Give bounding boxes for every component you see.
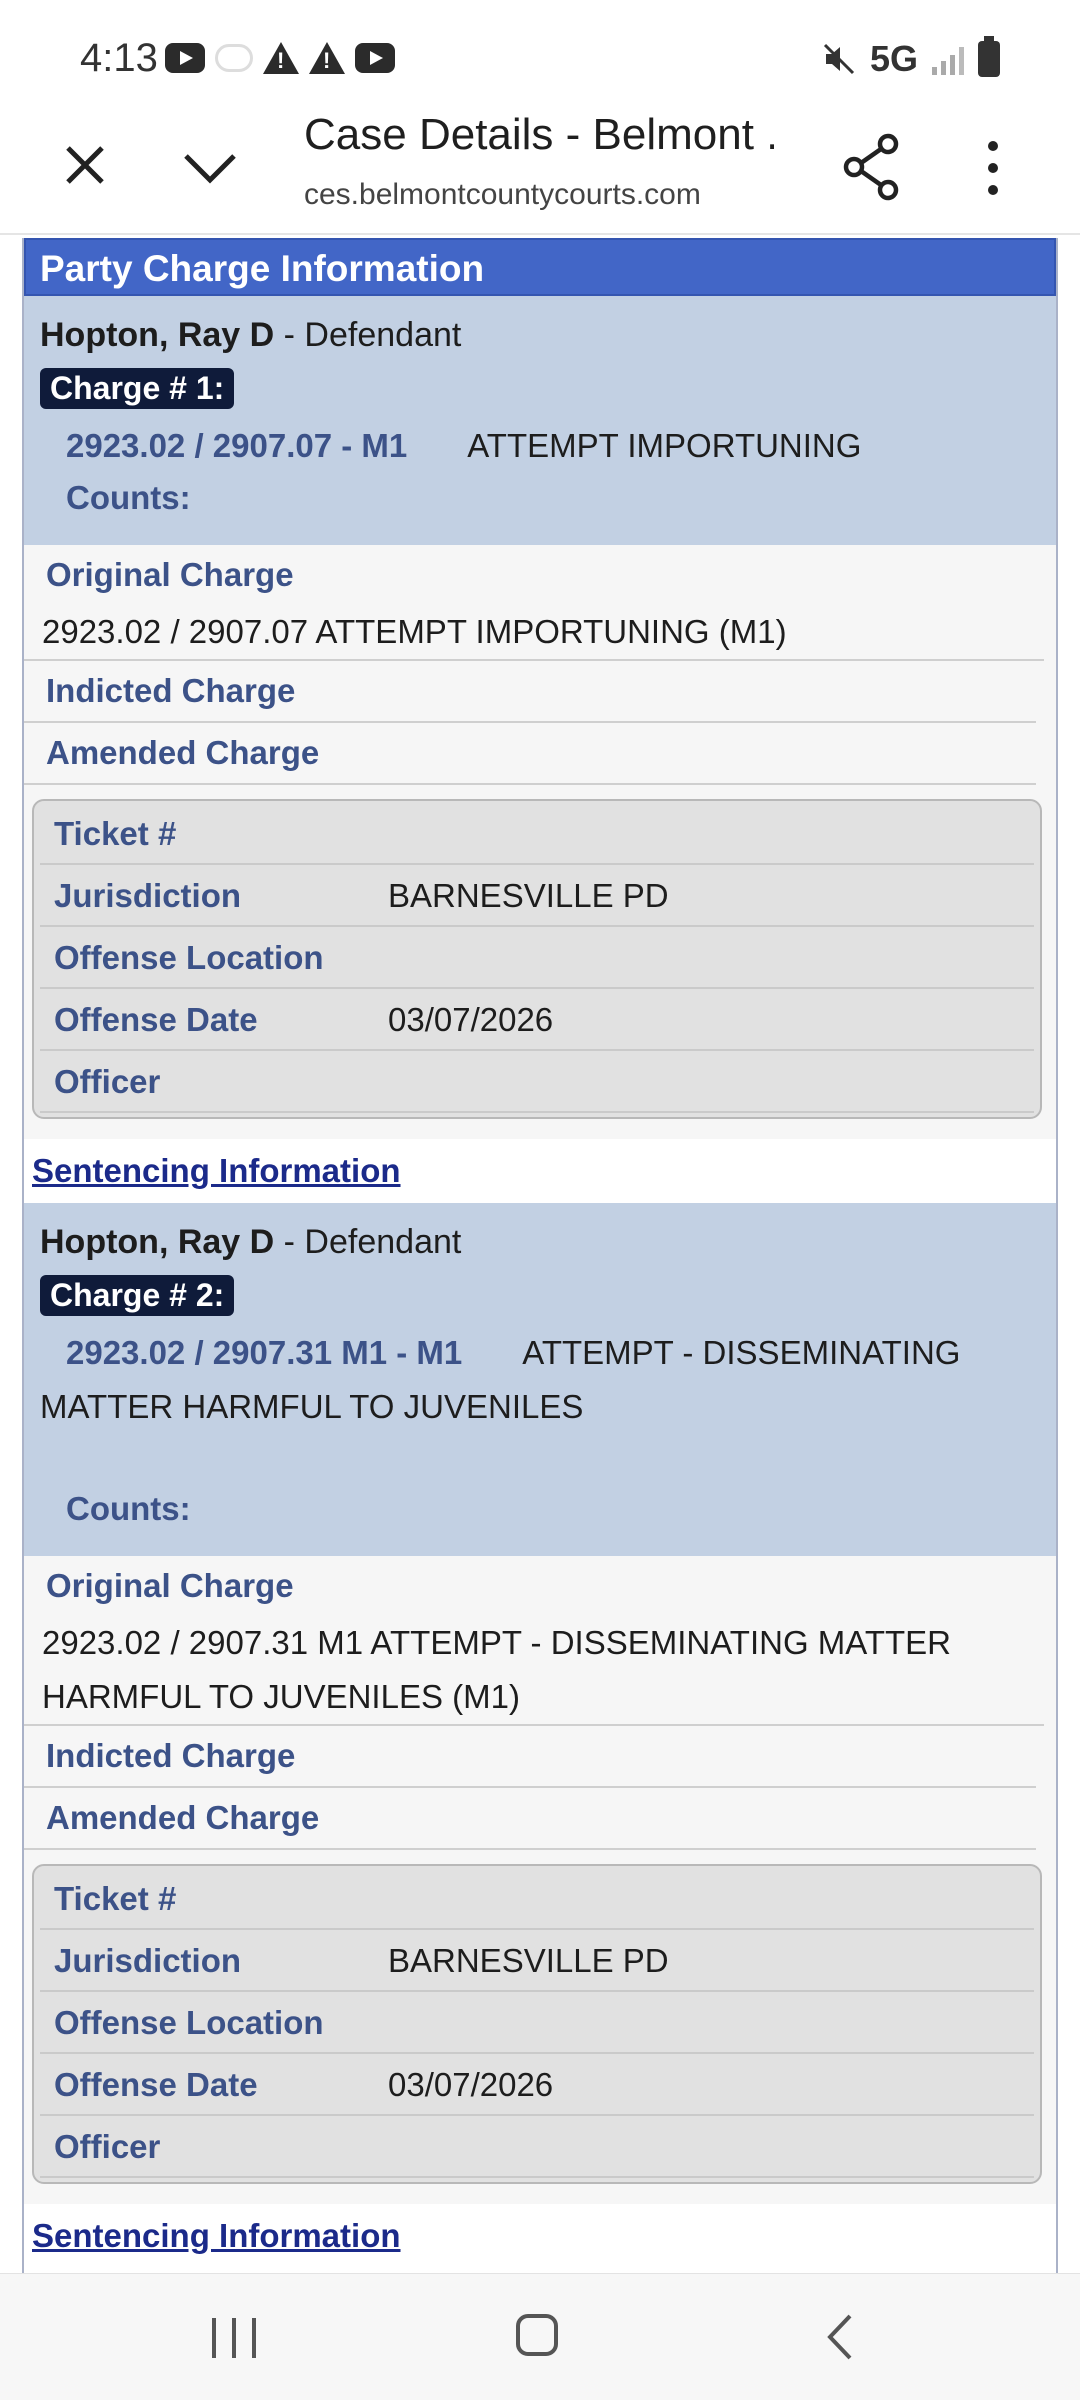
offense-location-label: Offense Location xyxy=(54,939,324,976)
offense-location-label: Offense Location xyxy=(54,2004,324,2041)
officer-row: Officer xyxy=(40,1051,1034,1113)
navigation-bar xyxy=(0,2273,1080,2400)
counts-label: Counts: xyxy=(66,479,191,516)
web-content: Party Charge Information Hopton, Ray D -… xyxy=(22,238,1058,2273)
youtube-icon xyxy=(355,43,395,73)
charge-line: 2923.02 / 2907.07 - M1 ATTEMPT IMPORTUNIN… xyxy=(40,419,1040,473)
party-role: - Defendant xyxy=(274,316,462,354)
original-charge-label: Original Charge xyxy=(46,556,294,593)
party-role: - Defendant xyxy=(274,1223,462,1261)
offense-date-label: Offense Date xyxy=(54,1001,258,1038)
officer-row: Officer xyxy=(40,2116,1034,2178)
jurisdiction-row: Jurisdiction BARNESVILLE PD xyxy=(40,865,1034,927)
charge-line: 2923.02 / 2907.31 M1 - M1 ATTEMPT - DISSE… xyxy=(40,1326,1040,1434)
signal-icon xyxy=(932,43,964,75)
browser-toolbar: Case Details - Belmont ... ces.belmontco… xyxy=(0,110,1080,235)
page-url[interactable]: ces.belmontcountycourts.com xyxy=(304,178,774,212)
ticket-label: Ticket # xyxy=(54,815,177,852)
charge-details: Original Charge 2923.02 / 2907.07 ATTEMP… xyxy=(24,545,1056,1139)
offense-location-row: Offense Location xyxy=(40,1992,1034,2054)
officer-label: Officer xyxy=(54,2128,161,2165)
charge-details: Original Charge 2923.02 / 2907.31 M1 ATT… xyxy=(24,1556,1056,2204)
amended-charge-label: Amended Charge xyxy=(46,734,320,771)
more-options-icon[interactable] xyxy=(978,138,1008,198)
jurisdiction-label: Jurisdiction xyxy=(54,877,242,914)
jurisdiction-label: Jurisdiction xyxy=(54,1942,242,1979)
youtube-icon xyxy=(165,43,205,73)
charge-description: ATTEMPT IMPORTUNING xyxy=(467,427,862,464)
page-title: Case Details - Belmont ... xyxy=(304,110,774,159)
ticket-row: Ticket # xyxy=(40,1868,1034,1930)
original-charge-value: 2923.02 / 2907.31 M1 ATTEMPT - DISSEMINA… xyxy=(24,1616,1044,1726)
status-bar: 4:13 5G xyxy=(0,0,1080,110)
close-icon[interactable] xyxy=(60,140,110,190)
mute-icon xyxy=(823,43,855,75)
chevron-down-icon[interactable] xyxy=(180,142,240,192)
home-icon[interactable] xyxy=(516,2314,558,2356)
back-icon[interactable] xyxy=(820,2312,860,2362)
battery-icon xyxy=(978,36,1000,77)
offense-date-value: 03/07/2026 xyxy=(388,1001,554,1038)
party-charge-block: Hopton, Ray D - Defendant Charge # 1: 29… xyxy=(24,296,1056,545)
offense-info-box: Ticket # Jurisdiction BARNESVILLE PD Offe… xyxy=(32,799,1042,1119)
section-header: Party Charge Information xyxy=(24,238,1056,296)
original-charge-label: Original Charge xyxy=(46,1567,294,1604)
network-label: 5G xyxy=(869,38,918,79)
charge-badge: Charge # 1: xyxy=(40,368,235,409)
warning-icon xyxy=(263,42,299,74)
notification-icons xyxy=(165,42,395,74)
offense-date-row: Offense Date 03/07/2026 xyxy=(40,989,1034,1051)
party-charge-block: Hopton, Ray D - Defendant Charge # 2: 29… xyxy=(24,1203,1056,1556)
offense-date-row: Offense Date 03/07/2026 xyxy=(40,2054,1034,2116)
ticket-row: Ticket # xyxy=(40,803,1034,865)
sentencing-info-link[interactable]: Sentencing Information xyxy=(24,2204,1056,2268)
charge-badge: Charge # 2: xyxy=(40,1275,235,1316)
offense-location-row: Offense Location xyxy=(40,927,1034,989)
officer-label: Officer xyxy=(54,1063,161,1100)
share-icon[interactable] xyxy=(842,132,902,202)
status-time: 4:13 xyxy=(80,36,158,80)
offense-date-value: 03/07/2026 xyxy=(388,2066,554,2103)
warning-icon xyxy=(309,42,345,74)
party-name: Hopton, Ray D xyxy=(40,316,275,354)
party-name-line: Hopton, Ray D - Defendant xyxy=(40,1217,1040,1267)
cloud-icon xyxy=(215,44,253,72)
indicted-charge-label: Indicted Charge xyxy=(46,672,296,709)
original-charge-value: 2923.02 / 2907.07 ATTEMPT IMPORTUNING (M… xyxy=(24,605,1044,661)
indicted-charge-label: Indicted Charge xyxy=(46,1737,296,1774)
party-name-line: Hopton, Ray D - Defendant xyxy=(40,310,1040,360)
ticket-label: Ticket # xyxy=(54,1880,177,1917)
system-icons: 5G xyxy=(822,36,1000,80)
sentencing-info-link[interactable]: Sentencing Information xyxy=(24,1139,1056,1203)
charge-code: 2923.02 / 2907.07 - M1 xyxy=(66,427,408,464)
party-name: Hopton, Ray D xyxy=(40,1223,275,1261)
jurisdiction-value: BARNESVILLE PD xyxy=(388,877,669,914)
jurisdiction-row: Jurisdiction BARNESVILLE PD xyxy=(40,1930,1034,1992)
amended-charge-label: Amended Charge xyxy=(46,1799,320,1836)
jurisdiction-value: BARNESVILLE PD xyxy=(388,1942,669,1979)
offense-date-label: Offense Date xyxy=(54,2066,258,2103)
counts-label: Counts: xyxy=(66,1490,191,1527)
charge-code: 2923.02 / 2907.31 M1 - M1 xyxy=(66,1334,463,1371)
offense-info-box: Ticket # Jurisdiction BARNESVILLE PD Offe… xyxy=(32,1864,1042,2184)
recent-apps-icon[interactable] xyxy=(212,2318,256,2358)
